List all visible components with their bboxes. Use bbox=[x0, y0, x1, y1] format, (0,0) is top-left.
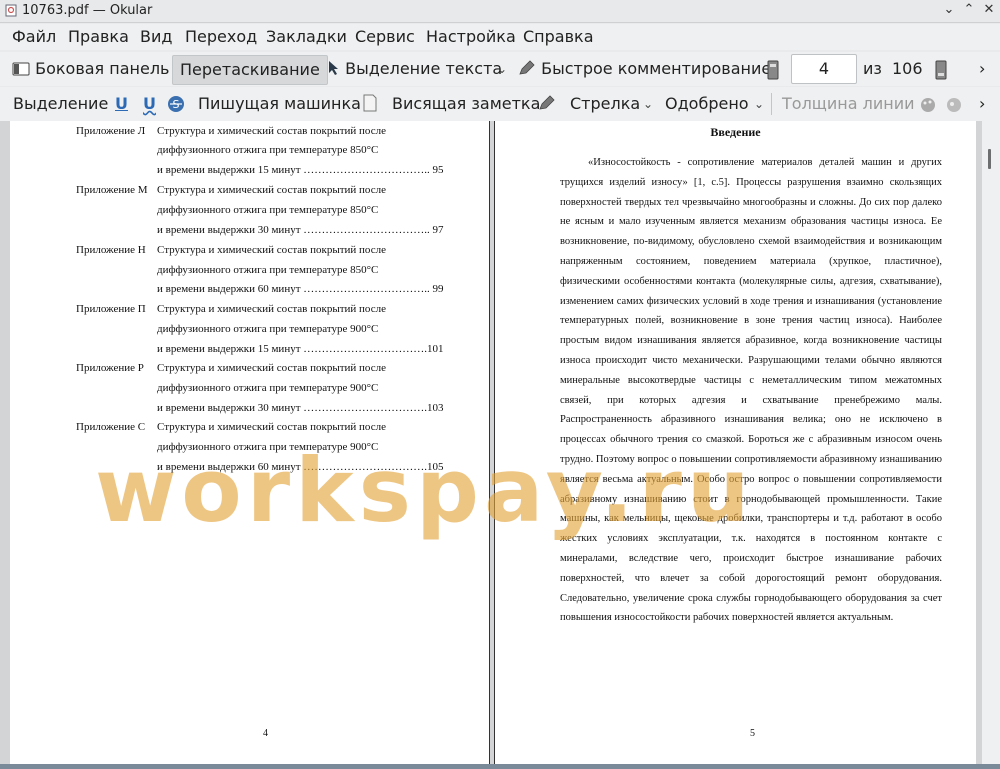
annotation-toolbar-overflow-icon[interactable]: › bbox=[979, 90, 985, 118]
main-toolbar: Боковая панель Перетаскивание Выделение … bbox=[0, 52, 1000, 86]
previous-page-icon[interactable] bbox=[767, 60, 779, 80]
highlight-button[interactable]: Выделение bbox=[13, 90, 108, 118]
page-4: Приложение Л Структура и химический сост… bbox=[10, 121, 490, 769]
close-icon[interactable]: ✕ bbox=[982, 2, 996, 17]
sidebar-icon bbox=[12, 62, 30, 76]
pen-icon bbox=[539, 95, 555, 110]
page-of-label: из bbox=[863, 59, 882, 78]
next-page-icon[interactable] bbox=[935, 60, 947, 80]
appendix-line-2: диффузионного отжига при температуре 900… bbox=[157, 382, 379, 394]
appendix-line-3: и времени выдержки 15 минут …………………………….… bbox=[157, 343, 444, 355]
maximize-icon[interactable]: ⌃ bbox=[962, 2, 976, 17]
appendix-label: Приложение М bbox=[76, 184, 148, 196]
bottom-edge bbox=[0, 764, 1000, 769]
paragraph: «Износостойкость - сопротивление материа… bbox=[560, 157, 942, 624]
quick-comment-label: Быстрое комментирование bbox=[541, 59, 772, 78]
opacity-icon[interactable] bbox=[946, 97, 962, 113]
menu-tools[interactable]: Сервис bbox=[355, 27, 415, 46]
menu-view[interactable]: Вид bbox=[140, 27, 172, 46]
arrow-button[interactable]: Стрелка bbox=[570, 90, 640, 118]
freehand-button[interactable] bbox=[538, 90, 556, 118]
appendix-line-3: и времени выдержки 15 минут …………………………….… bbox=[157, 164, 444, 176]
appendix-label: Приложение Н bbox=[76, 244, 146, 256]
vertical-scrollbar[interactable] bbox=[982, 121, 1000, 769]
menu-bookmarks[interactable]: Закладки bbox=[266, 27, 347, 46]
appendix-line-2: диффузионного отжига при температуре 850… bbox=[157, 144, 379, 156]
appendix-line-1: Структура и химический состав покрытий п… bbox=[157, 362, 386, 374]
document-view[interactable]: Приложение Л Структура и химический сост… bbox=[0, 121, 1000, 769]
underline-icon[interactable]: U bbox=[115, 90, 128, 118]
appendix-line-1: Структура и химический состав покрытий п… bbox=[157, 421, 386, 433]
menu-file[interactable]: Файл bbox=[12, 27, 56, 46]
appendix-line-3: и времени выдержки 60 минут …………………………….… bbox=[157, 461, 444, 473]
appendix-line-3: и времени выдержки 30 минут …………………………….… bbox=[157, 402, 444, 414]
menu-bar: Файл Правка Вид Переход Закладки Сервис … bbox=[0, 24, 1000, 50]
title-bar: 10763.pdf — Okular ⌄ ⌃ ✕ bbox=[0, 0, 1000, 23]
minimize-icon[interactable]: ⌄ bbox=[942, 2, 956, 17]
body-text: «Износостойкость - сопротивление материа… bbox=[560, 153, 942, 628]
appendix-label: Приложение П bbox=[76, 303, 146, 315]
okular-app-icon bbox=[5, 4, 17, 17]
stamp-button[interactable]: Одобрено bbox=[665, 90, 749, 118]
appendix-label: Приложение С bbox=[76, 421, 146, 433]
section-heading: Введение bbox=[710, 125, 761, 139]
page-5: Введение «Износостойкость - сопротивлени… bbox=[494, 121, 976, 769]
sidebar-button[interactable]: Боковая панель bbox=[12, 55, 169, 83]
appendix-label: Приложение Л bbox=[76, 125, 146, 137]
page-number-input[interactable]: 4 bbox=[791, 54, 857, 84]
page-total-label: 106 bbox=[892, 59, 923, 78]
scrollbar-thumb[interactable] bbox=[988, 149, 991, 169]
window-title: 10763.pdf — Okular bbox=[22, 3, 153, 18]
menu-settings[interactable]: Настройка bbox=[426, 27, 516, 46]
appendix-line-1: Структура и химический состав покрытий п… bbox=[157, 184, 386, 196]
toolbar-overflow-icon[interactable]: › bbox=[979, 55, 985, 83]
drag-mode-button[interactable]: Перетаскивание bbox=[172, 55, 328, 85]
menu-help[interactable]: Справка bbox=[523, 27, 594, 46]
quick-comment-button[interactable]: Быстрое комментирование bbox=[518, 55, 771, 83]
arrow-dropdown[interactable]: ⌄ bbox=[643, 90, 653, 118]
text-selection-label: Выделение текста bbox=[345, 59, 503, 78]
appendix-line-1: Структура и химический состав покрытий п… bbox=[157, 303, 386, 315]
stamp-dropdown[interactable]: ⌄ bbox=[754, 90, 764, 118]
menu-edit[interactable]: Правка bbox=[68, 27, 129, 46]
appendix-line-1: Структура и химический состав покрытий п… bbox=[157, 244, 386, 256]
typewriter-button[interactable]: Пишущая машинка bbox=[198, 90, 361, 118]
page-number: 5 bbox=[750, 728, 755, 739]
note-button[interactable] bbox=[363, 90, 377, 118]
appendix-line-2: диффузионного отжига при температуре 850… bbox=[157, 264, 379, 276]
sidebar-button-label: Боковая панель bbox=[35, 59, 170, 78]
appendix-line-3: и времени выдержки 60 минут …………………………….… bbox=[157, 283, 444, 295]
page-number: 4 bbox=[263, 728, 268, 739]
drag-mode-label: Перетаскивание bbox=[180, 60, 320, 79]
appendix-line-3: и времени выдержки 30 минут …………………………….… bbox=[157, 224, 444, 236]
pen-icon bbox=[519, 60, 535, 75]
text-selection-dropdown[interactable]: ⌄ bbox=[497, 55, 507, 83]
appendix-line-1: Структура и химический состав покрытий п… bbox=[157, 125, 386, 137]
squiggle-icon[interactable]: U bbox=[143, 90, 156, 118]
inline-note-button[interactable]: Висящая заметка bbox=[392, 90, 540, 118]
appendix-line-2: диффузионного отжига при температуре 900… bbox=[157, 441, 379, 453]
line-width-button[interactable]: Толщина линии bbox=[782, 90, 915, 118]
color-icon[interactable] bbox=[920, 97, 936, 113]
appendix-line-2: диффузионного отжига при температуре 900… bbox=[157, 323, 379, 335]
appendix-label: Приложение Р bbox=[76, 362, 144, 374]
note-icon bbox=[363, 94, 377, 112]
annotation-toolbar: Выделение U U S Пишущая машинка Висящая … bbox=[0, 87, 1000, 121]
text-selection-button[interactable]: Выделение текста bbox=[328, 55, 502, 83]
appendix-line-2: диффузионного отжига при температуре 850… bbox=[157, 204, 379, 216]
menu-go[interactable]: Переход bbox=[185, 27, 257, 46]
cursor-arrow-icon bbox=[329, 61, 338, 75]
strikeout-icon: S bbox=[168, 96, 184, 112]
toolbar-separator bbox=[771, 93, 772, 115]
strikeout-button[interactable]: S bbox=[167, 90, 185, 118]
